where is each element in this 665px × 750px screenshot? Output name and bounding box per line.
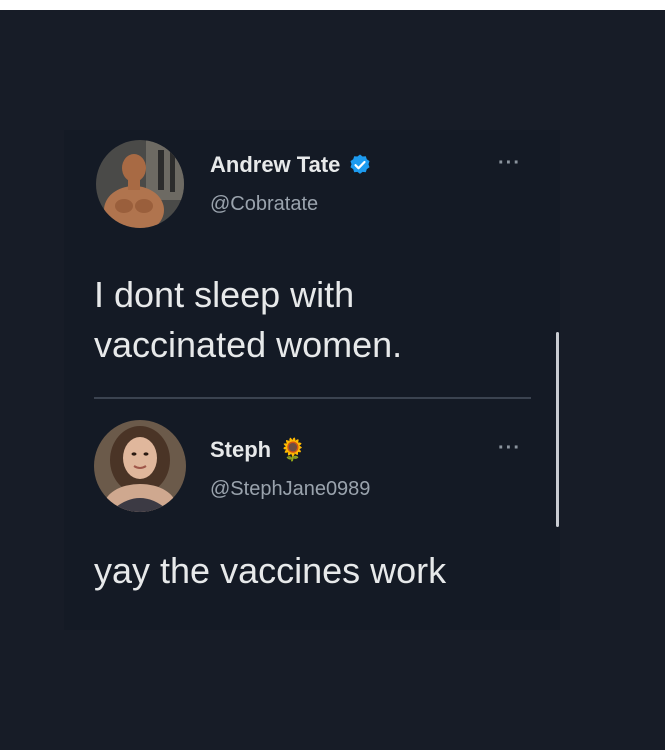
tweet-text-line-2: vaccinated women. — [94, 324, 403, 365]
tweet-text-line-1: I dont sleep with — [94, 274, 355, 315]
scrollbar[interactable] — [556, 332, 559, 527]
reply-author-handle[interactable]: @StephJane0989 — [210, 478, 370, 501]
sunflower-icon: 🌻 — [279, 437, 307, 462]
more-options-button[interactable]: ··· — [498, 152, 521, 175]
author-avatar[interactable] — [96, 140, 184, 228]
avatar-photo-icon — [96, 140, 184, 228]
reply-author-name[interactable]: Steph — [210, 437, 271, 463]
reply-more-options-button[interactable]: ··· — [498, 437, 521, 460]
author-name-row[interactable]: Andrew Tate — [210, 152, 372, 178]
reply-text: yay the vaccines work — [94, 550, 447, 591]
reply-avatar[interactable] — [94, 420, 186, 512]
reply-author-name-row[interactable]: Steph 🌻 — [210, 437, 307, 463]
avatar-photo-icon — [94, 420, 186, 512]
tweet-text: I dont sleep with vaccinated women. — [94, 270, 402, 370]
author-handle[interactable]: @Cobratate — [210, 193, 318, 216]
divider — [94, 397, 531, 399]
author-name[interactable]: Andrew Tate — [210, 152, 340, 178]
verified-badge-icon — [350, 154, 370, 174]
screenshot-frame: Andrew Tate @Cobratate ··· I dont sleep … — [0, 10, 665, 750]
